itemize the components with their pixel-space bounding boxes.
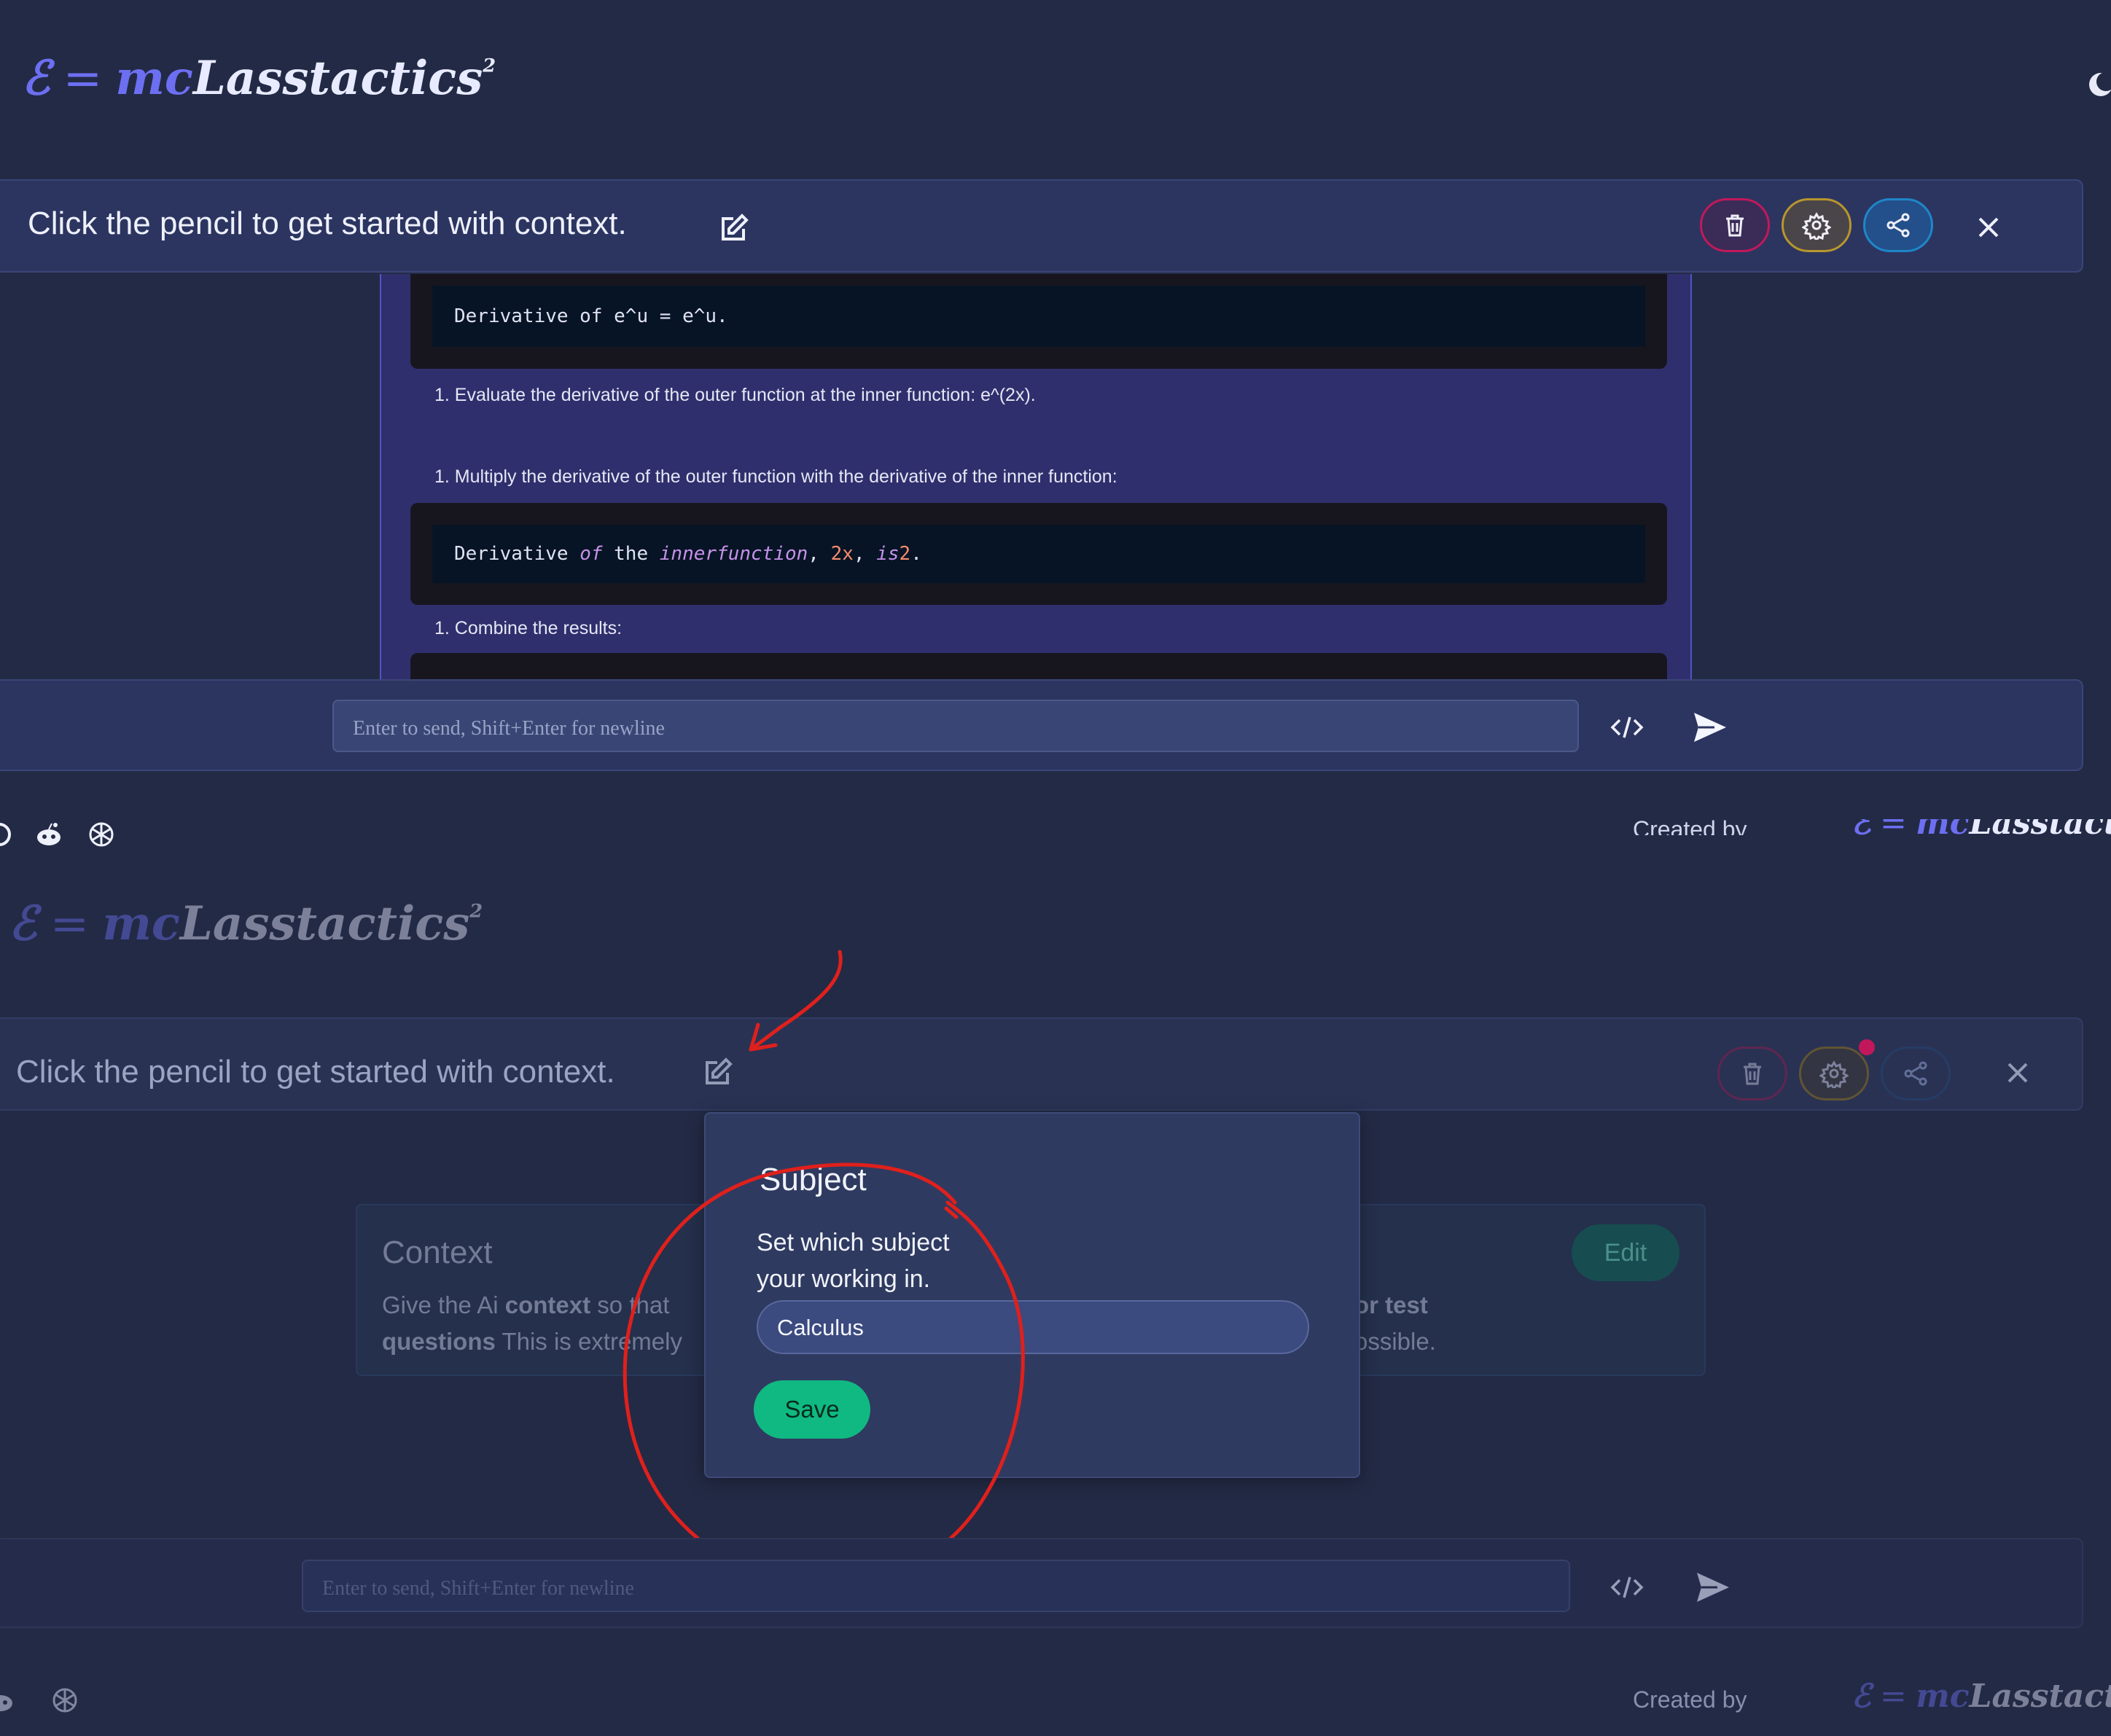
openai-icon[interactable] xyxy=(50,1685,80,1716)
step-text: 1. Combine the results: xyxy=(434,618,623,638)
code-icon[interactable] xyxy=(1608,708,1646,746)
delete-button[interactable] xyxy=(1717,1047,1787,1100)
app-logo[interactable]: ℰ = mcLasstactics2 xyxy=(22,51,496,106)
share-button[interactable] xyxy=(1863,198,1933,252)
footer-credits-clipped: Created by ℰ=mcLasstactics2 xyxy=(1633,819,2111,835)
share-button[interactable] xyxy=(1881,1047,1951,1100)
arrow-annotation xyxy=(749,950,843,1052)
trash-icon xyxy=(1744,1063,1761,1085)
circle-annotation xyxy=(623,1162,1025,1587)
settings-button[interactable] xyxy=(1782,198,1851,252)
footer-logo[interactable]: ℰ=mcLasstactics2 xyxy=(1851,819,2111,835)
context-prompt: Click the pencil to get started with con… xyxy=(28,206,627,241)
delete-button[interactable] xyxy=(1700,198,1770,252)
message-input[interactable]: Enter to send, Shift+Enter for newline xyxy=(302,1560,1570,1612)
step-text: 1. Multiply the derivative of the outer … xyxy=(434,466,1117,487)
share-icon xyxy=(1886,213,1910,238)
pencil-icon[interactable] xyxy=(716,211,751,246)
send-icon[interactable] xyxy=(1694,1568,1732,1606)
app-logo[interactable]: ℰ = mcLasstactics2 xyxy=(9,896,483,951)
close-icon[interactable] xyxy=(1971,210,2006,245)
chat-messages: Derivative of e^u = e^u. 1. Evaluate the… xyxy=(380,274,1692,679)
footer-logo[interactable]: ℰ=mcLasstactics2 xyxy=(1851,1678,2111,1715)
send-icon[interactable] xyxy=(1691,708,1729,746)
bottom-screenshot: ℰ = mcLasstactics2 Click the pencil to get… xyxy=(0,838,2111,1736)
context-description: or test xyxy=(1354,1291,1428,1318)
message-input[interactable]: Enter to send, Shift+Enter for newline xyxy=(332,700,1579,752)
message-input-bar: Enter to send, Shift+Enter for newline xyxy=(0,1538,2083,1628)
pencil-icon[interactable] xyxy=(700,1055,735,1090)
created-by-label: Created by xyxy=(1633,819,1747,835)
code-block: Derivative of the inner function, 2x, is… xyxy=(410,503,1667,605)
context-description: ossible. xyxy=(1354,1328,1436,1355)
moon-icon[interactable] xyxy=(2086,70,2111,99)
code-block: Derivative of e^u = e^u. xyxy=(410,274,1667,369)
gear-icon xyxy=(1819,1060,1849,1088)
reddit-icon[interactable] xyxy=(0,1685,16,1716)
code-line: Derivative of the inner function, 2x, is… xyxy=(432,525,1645,583)
context-header-bar: Click the pencil to get started with con… xyxy=(0,1017,2083,1111)
created-by-label: Created by xyxy=(1633,1686,1747,1713)
settings-button[interactable] xyxy=(1799,1047,1869,1100)
context-prompt: Click the pencil to get started with con… xyxy=(16,1054,615,1090)
code-icon[interactable] xyxy=(1608,1568,1646,1606)
context-title: Context xyxy=(382,1235,493,1270)
context-edit-button[interactable]: Edit xyxy=(1572,1224,1679,1281)
close-icon[interactable] xyxy=(2000,1055,2035,1090)
message-input-bar: Enter to send, Shift+Enter for newline xyxy=(0,679,2083,771)
top-screenshot: ℰ = mcLasstactics2 Click the pencil to get… xyxy=(0,0,2111,847)
trash-icon xyxy=(1726,214,1744,237)
gear-icon xyxy=(1802,212,1831,240)
code-block xyxy=(410,653,1667,679)
code-line: Derivative of e^u = e^u. xyxy=(432,286,1645,347)
share-icon xyxy=(1904,1061,1927,1086)
context-header-bar: Click the pencil to get started with con… xyxy=(0,179,2083,273)
step-text: 1. Evaluate the derivative of the outer … xyxy=(434,385,1036,405)
notification-dot xyxy=(1859,1039,1875,1055)
